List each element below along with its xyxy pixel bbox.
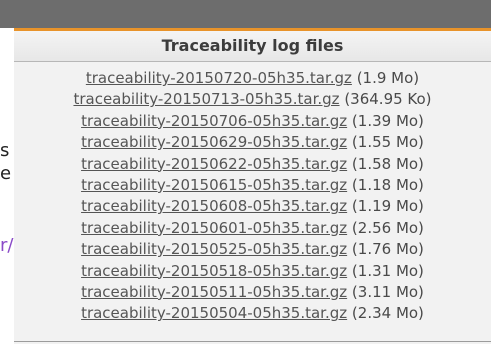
file-list-item: traceability-20150511-05h35.tar.gz (3.11… [14,282,491,303]
log-file-link[interactable]: traceability-20150615-05h35.tar.gz [81,176,347,194]
file-size-label: (1.19 Mo) [351,197,424,216]
file-list-item: traceability-20150615-05h35.tar.gz (1.18… [14,175,491,196]
file-list-item: traceability-20150713-05h35.tar.gz (364.… [14,89,491,110]
file-size-label: (364.95 Ko) [344,90,432,109]
log-file-link[interactable]: traceability-20150713-05h35.tar.gz [73,90,339,108]
file-list-item: traceability-20150608-05h35.tar.gz (1.19… [14,196,491,217]
file-size-label: (1.76 Mo) [351,240,424,259]
file-list-item: traceability-20150518-05h35.tar.gz (1.31… [14,261,491,282]
traceability-log-panel: Traceability log files traceability-2015… [14,28,491,344]
file-size-label: (1.39 Mo) [351,111,424,130]
log-file-link[interactable]: traceability-20150706-05h35.tar.gz [81,112,347,130]
log-file-link[interactable]: traceability-20150511-05h35.tar.gz [81,283,347,301]
file-size-label: (1.9 Mo) [356,69,420,87]
file-list: traceability-20150720-05h35.tar.gz (1.9 … [14,62,491,325]
file-size-label: (1.58 Mo) [351,154,424,173]
window-header-bar [0,0,491,28]
log-file-link[interactable]: traceability-20150720-05h35.tar.gz [86,69,352,87]
file-list-item: traceability-20150622-05h35.tar.gz (1.58… [14,154,491,175]
file-size-label: (1.18 Mo) [351,175,424,194]
file-list-item: traceability-20150525-05h35.tar.gz (1.76… [14,239,491,260]
panel-bottom-divider [14,341,491,342]
log-file-link[interactable]: traceability-20150608-05h35.tar.gz [81,197,347,215]
file-size-label: (2.34 Mo) [351,304,424,323]
log-file-link[interactable]: traceability-20150629-05h35.tar.gz [81,133,347,151]
file-size-label: (2.56 Mo) [351,218,424,237]
background-link-fragment[interactable]: r/ [0,235,13,257]
log-file-link[interactable]: traceability-20150622-05h35.tar.gz [81,155,347,173]
file-size-label: (1.31 Mo) [351,261,424,280]
file-list-item: traceability-20150706-05h35.tar.gz (1.39… [14,111,491,132]
log-file-link[interactable]: traceability-20150504-05h35.tar.gz [81,304,347,322]
log-file-link[interactable]: traceability-20150518-05h35.tar.gz [81,262,347,280]
panel-title: Traceability log files [14,31,491,62]
background-text-fragment: s [0,140,10,161]
file-size-label: (3.11 Mo) [351,282,424,301]
background-text-fragment: e [0,163,12,184]
file-list-item: traceability-20150629-05h35.tar.gz (1.55… [14,132,491,153]
file-list-item: traceability-20150601-05h35.tar.gz (2.56… [14,218,491,239]
file-size-label: (1.55 Mo) [351,133,424,152]
file-list-item: traceability-20150504-05h35.tar.gz (2.34… [14,303,491,324]
log-file-link[interactable]: traceability-20150601-05h35.tar.gz [81,219,347,237]
log-file-link[interactable]: traceability-20150525-05h35.tar.gz [81,240,347,258]
file-list-item: traceability-20150720-05h35.tar.gz (1.9 … [14,68,491,89]
